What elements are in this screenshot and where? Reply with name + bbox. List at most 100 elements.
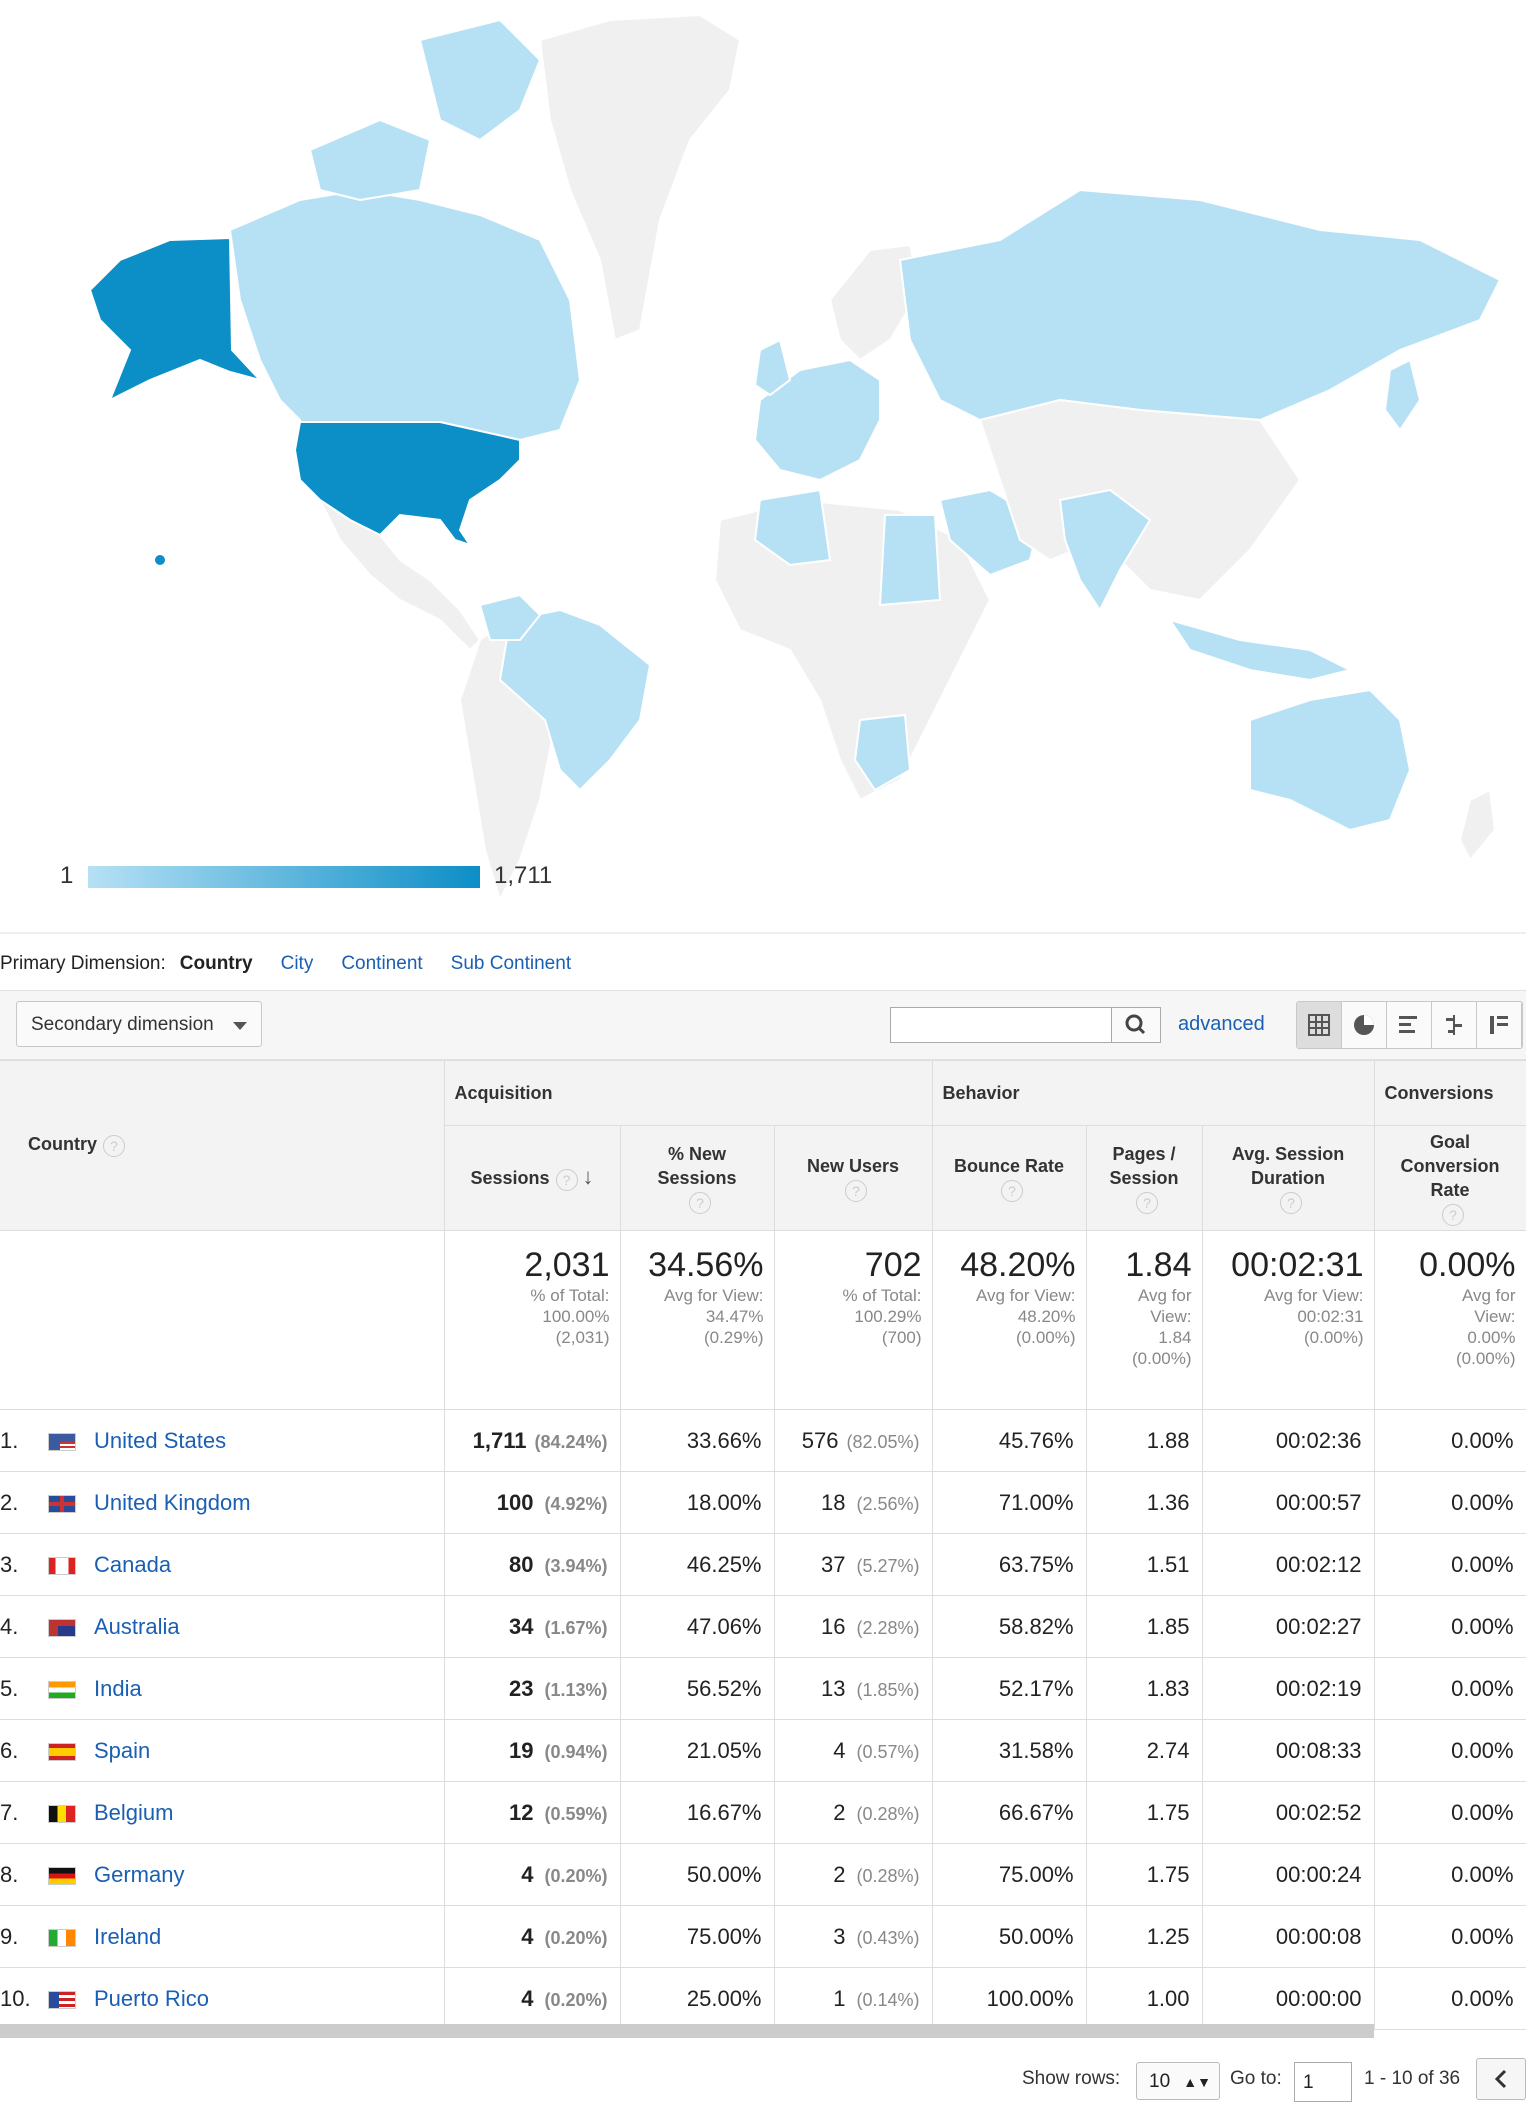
map-region-greenland[interactable]	[538, 13, 742, 342]
world-map[interactable]	[0, 0, 1526, 930]
comparison-icon	[1446, 1015, 1462, 1035]
new-users-percent: (82.05%)	[846, 1431, 920, 1452]
column-header-sessions[interactable]: Sessions? ↓	[444, 1125, 621, 1231]
map-region-hawaii[interactable]	[153, 553, 167, 567]
search-icon	[1125, 1014, 1146, 1035]
total-new-users: 702% of Total: 100.29% (700)	[773, 1230, 933, 1410]
pie-view-button[interactable]	[1342, 1002, 1387, 1048]
country-link[interactable]: United Kingdom	[94, 1490, 251, 1515]
dimension-link-continent[interactable]: Continent	[341, 953, 422, 974]
map-region-canada-arctic-west[interactable]	[308, 118, 432, 202]
avg-session-duration-cell: 00:00:00	[1201, 1967, 1375, 2030]
avg-session-duration-cell: 00:02:27	[1201, 1595, 1375, 1658]
bounce-rate-cell: 100.00%	[931, 1967, 1087, 2030]
new-sessions-cell: 56.52%	[619, 1657, 775, 1720]
help-icon[interactable]: ?	[1442, 1204, 1465, 1227]
total-bounce-rate: 48.20% Avg for View: 48.20% (0.00%)	[931, 1230, 1087, 1410]
new-sessions-cell: 21.05%	[619, 1719, 775, 1782]
sessions-value: 19	[509, 1737, 534, 1763]
sessions-cell: 12 (0.59%)	[443, 1781, 621, 1844]
table-search-input[interactable]	[890, 1007, 1112, 1043]
table-toolbar: Secondary dimension advanced	[0, 990, 1526, 1060]
show-rows-select[interactable]: 10 ▲▼	[1136, 2062, 1220, 2100]
table-row: 8. Germany 4 (0.20%) 50.00% 2 (0.28%) 75.00…	[0, 1843, 1526, 1906]
country-link[interactable]: Australia	[94, 1614, 180, 1639]
column-header-goal-conversion-rate[interactable]: Goal Conversion Rate?	[1373, 1125, 1526, 1231]
sessions-value: 1,711	[472, 1427, 527, 1453]
help-icon[interactable]: ?	[1280, 1192, 1303, 1215]
pages-session-cell: 1.25	[1085, 1905, 1203, 1968]
table-row: 2. United Kingdom 100 (4.92%) 18.00% 18 (2.…	[0, 1471, 1526, 1534]
goal-conversion-rate-cell: 0.00%	[1373, 1781, 1526, 1844]
new-users-value: 2	[833, 1861, 846, 1887]
column-header-bounce-rate[interactable]: Bounce Rate?	[931, 1125, 1087, 1231]
table-view-button[interactable]	[1297, 1002, 1342, 1048]
column-header-new-sessions[interactable]: % New Sessions?	[619, 1125, 775, 1231]
goal-conversion-rate-cell: 0.00%	[1373, 1719, 1526, 1782]
secondary-dimension-dropdown[interactable]: Secondary dimension	[16, 1001, 262, 1047]
map-region-japan[interactable]	[1383, 358, 1422, 432]
map-region-canada[interactable]	[228, 188, 582, 442]
help-icon[interactable]: ?	[689, 1192, 711, 1215]
new-users-percent: (5.27%)	[856, 1555, 920, 1576]
goal-conversion-rate-cell: 0.00%	[1373, 1967, 1526, 2030]
map-region-australia[interactable]	[1249, 688, 1412, 832]
column-header-new-users[interactable]: New Users?	[773, 1125, 933, 1231]
horizontal-scrollbar[interactable]	[0, 2024, 1374, 2038]
previous-page-button[interactable]	[1476, 2058, 1526, 2100]
column-header-pages-session[interactable]: Pages / Session?	[1085, 1125, 1203, 1231]
map-region-usa[interactable]	[293, 421, 521, 547]
bar-list-icon	[1399, 1016, 1417, 1033]
dimension-link-city[interactable]: City	[281, 953, 314, 974]
us-flag-icon	[48, 1432, 76, 1451]
new-users-value: 37	[821, 1551, 846, 1577]
new-users-value: 16	[821, 1613, 846, 1639]
new-users-percent: (0.28%)	[856, 1803, 920, 1824]
country-link[interactable]: United States	[94, 1428, 226, 1453]
bounce-rate-cell: 63.75%	[931, 1533, 1087, 1596]
country-link[interactable]: Canada	[94, 1552, 171, 1577]
bounce-rate-cell: 58.82%	[931, 1595, 1087, 1658]
help-icon[interactable]: ?	[103, 1134, 125, 1157]
new-sessions-cell: 16.67%	[619, 1781, 775, 1844]
new-users-percent: (0.57%)	[856, 1741, 920, 1762]
map-region-new-zealand[interactable]	[1458, 788, 1497, 862]
new-sessions-cell: 46.25%	[619, 1533, 775, 1596]
total-sessions: 2,031% of Total: 100.00% (2,031)	[443, 1230, 621, 1410]
help-icon[interactable]: ?	[845, 1180, 867, 1203]
advanced-filter-link[interactable]: advanced	[1178, 1013, 1265, 1036]
grid-icon	[1308, 1014, 1330, 1036]
column-header-avg-session-duration[interactable]: Avg. Session Duration?	[1201, 1125, 1375, 1231]
country-link[interactable]: India	[94, 1676, 142, 1701]
help-icon[interactable]: ?	[555, 1168, 578, 1191]
map-region-asia[interactable]	[978, 398, 1302, 602]
new-sessions-cell: 47.06%	[619, 1595, 775, 1658]
column-header-country[interactable]: Country?	[0, 1060, 445, 1231]
map-region-africa[interactable]	[713, 498, 992, 802]
pivot-view-button[interactable]	[1477, 1002, 1522, 1048]
map-region-egypt-sudan[interactable]	[878, 514, 942, 607]
avg-session-duration-cell: 00:00:57	[1201, 1471, 1375, 1534]
map-region-southeast-asia[interactable]	[1167, 618, 1353, 682]
search-button[interactable]	[1111, 1007, 1161, 1043]
performance-view-button[interactable]	[1387, 1002, 1432, 1048]
country-link[interactable]: Belgium	[94, 1800, 173, 1825]
dimension-link-sub-continent[interactable]: Sub Continent	[451, 953, 571, 974]
country-link[interactable]: Germany	[94, 1862, 184, 1887]
country-link[interactable]: Puerto Rico	[94, 1986, 209, 2011]
comparison-view-button[interactable]	[1432, 1002, 1477, 1048]
new-users-cell: 4 (0.57%)	[773, 1719, 933, 1782]
country-link[interactable]: Ireland	[94, 1924, 161, 1949]
map-region-canada-arctic[interactable]	[418, 18, 542, 142]
show-rows-label: Show rows:	[1022, 2068, 1121, 2089]
new-sessions-cell: 18.00%	[619, 1471, 775, 1534]
sessions-percent: (1.13%)	[544, 1679, 608, 1700]
pages-session-cell: 1.85	[1085, 1595, 1203, 1658]
help-icon[interactable]: ?	[1136, 1192, 1159, 1215]
help-icon[interactable]: ?	[1001, 1180, 1024, 1203]
new-users-percent: (0.28%)	[856, 1865, 920, 1886]
goto-input[interactable]: 1	[1294, 2062, 1352, 2102]
sessions-value: 4	[521, 1861, 534, 1887]
table-row: 6. Spain 19 (0.94%) 21.05% 4 (0.57%) 31.58%…	[0, 1719, 1526, 1782]
country-link[interactable]: Spain	[94, 1738, 150, 1763]
